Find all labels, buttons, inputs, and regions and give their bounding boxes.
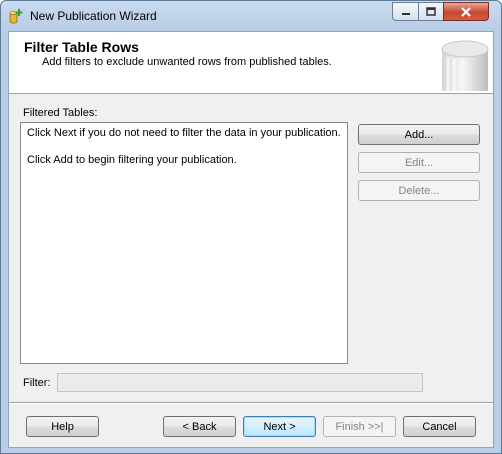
maximize-icon: [426, 7, 436, 16]
filtered-tables-label: Filtered Tables:: [23, 107, 98, 119]
title-bar[interactable]: New Publication Wizard: [1, 1, 501, 31]
publication-wizard-icon: [9, 9, 23, 24]
list-item: Click Add to begin filtering your public…: [27, 154, 237, 166]
edit-filter-button[interactable]: Edit...: [358, 152, 480, 173]
close-icon: [461, 6, 471, 17]
window-title: New Publication Wizard: [30, 9, 157, 23]
add-filter-button[interactable]: Add...: [358, 124, 480, 145]
wizard-client-area: Filter Table Rows Add filters to exclude…: [8, 31, 494, 448]
delete-filter-button[interactable]: Delete...: [358, 180, 480, 201]
maximize-button[interactable]: [418, 2, 444, 21]
wizard-window: New Publication Wizard Filter Table Rows…: [0, 0, 502, 454]
footer-divider: [9, 402, 493, 404]
page-title: Filter Table Rows: [24, 39, 139, 55]
finish-button[interactable]: Finish >>|: [323, 416, 396, 437]
back-button[interactable]: < Back: [163, 416, 236, 437]
filter-field[interactable]: [57, 373, 423, 392]
list-item: Click Next if you do not need to filter …: [27, 127, 341, 139]
close-button[interactable]: [443, 2, 489, 21]
page-header: Filter Table Rows Add filters to exclude…: [9, 32, 493, 94]
filter-label: Filter:: [23, 377, 51, 389]
help-button[interactable]: Help: [26, 416, 99, 437]
database-cylinder-icon: [441, 40, 489, 91]
minimize-button[interactable]: [392, 2, 419, 21]
filtered-tables-list[interactable]: Click Next if you do not need to filter …: [20, 122, 348, 364]
next-button[interactable]: Next >: [243, 416, 316, 437]
page-subtitle: Add filters to exclude unwanted rows fro…: [42, 56, 332, 68]
minimize-icon: [401, 12, 410, 15]
cancel-button[interactable]: Cancel: [403, 416, 476, 437]
